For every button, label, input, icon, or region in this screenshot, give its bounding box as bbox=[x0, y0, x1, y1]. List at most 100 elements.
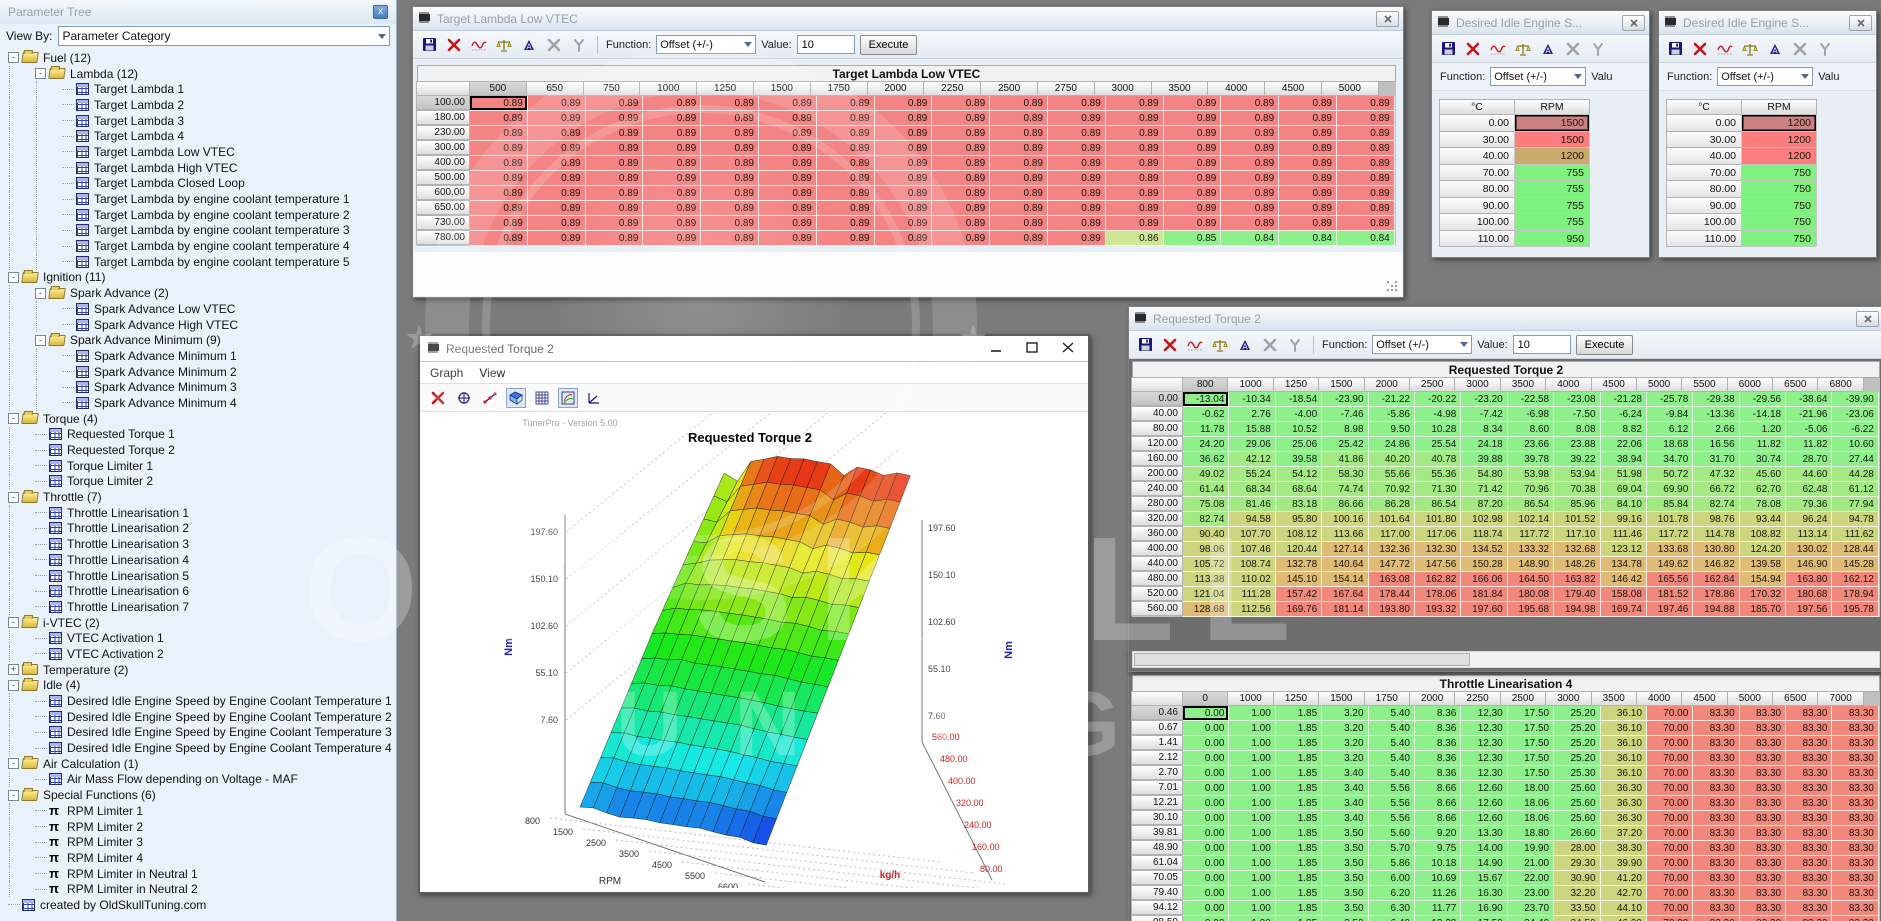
cell[interactable]: 53.94 bbox=[1554, 467, 1600, 482]
cell[interactable]: 0.89 bbox=[470, 201, 528, 216]
cell[interactable]: 0.89 bbox=[701, 126, 759, 141]
cell[interactable]: 8.36 bbox=[1415, 766, 1461, 781]
save-icon[interactable] bbox=[1135, 335, 1155, 355]
cell[interactable]: 8.66 bbox=[1415, 811, 1461, 826]
cell[interactable]: 0.89 bbox=[1337, 111, 1395, 126]
cell[interactable]: 84.10 bbox=[1601, 497, 1647, 512]
cell[interactable]: 154.14 bbox=[1322, 572, 1368, 587]
cell[interactable]: 0.89 bbox=[586, 111, 644, 126]
cell[interactable]: 0.89 bbox=[1048, 201, 1106, 216]
cell[interactable]: 3.20 bbox=[1322, 721, 1368, 736]
cell[interactable]: 39.58 bbox=[1276, 452, 1322, 467]
row-header[interactable]: 90.00 bbox=[1666, 197, 1742, 215]
cell[interactable]: 93.44 bbox=[1740, 512, 1786, 527]
cell[interactable]: 44.28 bbox=[1832, 467, 1878, 482]
cell[interactable]: 98.06 bbox=[1183, 542, 1229, 557]
cell[interactable]: 113.14 bbox=[1786, 527, 1832, 542]
tree-item[interactable]: πRPM Limiter 3 bbox=[2, 834, 394, 850]
cell[interactable]: -5.86 bbox=[1369, 407, 1415, 422]
close-button[interactable] bbox=[1856, 311, 1879, 327]
cell[interactable]: 162.12 bbox=[1832, 572, 1878, 587]
cell[interactable]: 83.30 bbox=[1832, 871, 1878, 886]
pan-icon[interactable] bbox=[454, 388, 474, 408]
cell[interactable]: 0.89 bbox=[990, 156, 1048, 171]
cell[interactable]: 12.30 bbox=[1461, 736, 1507, 751]
cell[interactable]: 179.40 bbox=[1554, 587, 1600, 602]
cell[interactable]: 83.30 bbox=[1740, 886, 1786, 901]
tree-item[interactable]: Throttle Linearisation 1 bbox=[2, 505, 394, 521]
collapse-icon[interactable]: - bbox=[8, 680, 19, 691]
cell[interactable]: 83.30 bbox=[1786, 706, 1832, 721]
column-header[interactable]: 2250 bbox=[923, 81, 981, 96]
wireframe-icon[interactable] bbox=[532, 388, 552, 408]
cell[interactable]: 162.84 bbox=[1693, 572, 1739, 587]
clear-icon[interactable] bbox=[1160, 335, 1180, 355]
cell[interactable]: 3.50 bbox=[1322, 916, 1368, 921]
function-select[interactable]: Offset (+/-) bbox=[1717, 67, 1813, 86]
save-icon[interactable] bbox=[1665, 39, 1685, 59]
cell[interactable]: 70.38 bbox=[1554, 482, 1600, 497]
cell[interactable]: 83.30 bbox=[1786, 871, 1832, 886]
cell[interactable]: 0.89 bbox=[875, 111, 933, 126]
cell[interactable]: 83.30 bbox=[1693, 736, 1739, 751]
idle1-titlebar[interactable]: Desired Idle Engine S... bbox=[1432, 11, 1649, 35]
row-header[interactable]: 440.00 bbox=[1131, 556, 1183, 571]
cell[interactable]: 130.80 bbox=[1693, 542, 1739, 557]
cell[interactable]: 83.30 bbox=[1693, 886, 1739, 901]
cell[interactable]: 0.89 bbox=[528, 216, 586, 231]
cell[interactable]: 0.00 bbox=[1183, 811, 1229, 826]
cell[interactable]: 0.89 bbox=[528, 156, 586, 171]
cell[interactable]: 149.62 bbox=[1647, 557, 1693, 572]
maximize-button[interactable] bbox=[1026, 340, 1038, 358]
cell[interactable]: -6.24 bbox=[1601, 407, 1647, 422]
cell[interactable]: 755 bbox=[1514, 164, 1590, 182]
cell[interactable]: 169.74 bbox=[1601, 602, 1647, 617]
cell[interactable]: 86.28 bbox=[1369, 497, 1415, 512]
cell[interactable]: 0.00 bbox=[1183, 796, 1229, 811]
cell[interactable]: 0.84 bbox=[1337, 231, 1395, 246]
cell[interactable]: 3.50 bbox=[1322, 886, 1368, 901]
cell[interactable]: 69.04 bbox=[1601, 482, 1647, 497]
cell[interactable]: 0.89 bbox=[759, 186, 817, 201]
row-header[interactable]: 80.00 bbox=[1666, 180, 1742, 198]
column-header[interactable]: 2500 bbox=[1409, 377, 1455, 392]
column-header[interactable]: 3000 bbox=[1454, 377, 1500, 392]
row-header[interactable]: 2.70 bbox=[1131, 765, 1183, 780]
cell[interactable]: 6.30 bbox=[1369, 901, 1415, 916]
cell[interactable]: 0.89 bbox=[990, 201, 1048, 216]
cell[interactable]: 134.78 bbox=[1601, 557, 1647, 572]
cell[interactable]: 70.00 bbox=[1647, 736, 1693, 751]
cell[interactable]: 0.89 bbox=[759, 171, 817, 186]
cell[interactable]: 83.30 bbox=[1786, 811, 1832, 826]
row-header[interactable]: 79.40 bbox=[1131, 885, 1183, 900]
cell[interactable]: 70.00 bbox=[1647, 826, 1693, 841]
tree-item[interactable]: Throttle Linearisation 5 bbox=[2, 568, 394, 584]
cell[interactable]: 197.46 bbox=[1647, 602, 1693, 617]
row-header[interactable]: 100.00 bbox=[416, 95, 470, 110]
cell[interactable]: 0.89 bbox=[643, 231, 701, 246]
cell[interactable]: 8.60 bbox=[1508, 422, 1554, 437]
map-icon[interactable]: A bbox=[1235, 335, 1255, 355]
cell[interactable]: 62.48 bbox=[1786, 482, 1832, 497]
cell[interactable]: 169.76 bbox=[1276, 602, 1322, 617]
value-input[interactable] bbox=[1513, 335, 1571, 354]
cell[interactable]: 0.89 bbox=[586, 216, 644, 231]
cell[interactable]: 83.30 bbox=[1740, 781, 1786, 796]
cell[interactable]: 66.72 bbox=[1693, 482, 1739, 497]
tree-item[interactable]: πRPM Limiter in Neutral 1 bbox=[2, 866, 394, 882]
tree-item[interactable]: πRPM Limiter 1 bbox=[2, 803, 394, 819]
cell[interactable]: 39.78 bbox=[1508, 452, 1554, 467]
cell[interactable]: 0.89 bbox=[759, 141, 817, 156]
axes-icon[interactable] bbox=[584, 388, 604, 408]
cell[interactable]: 83.30 bbox=[1832, 811, 1878, 826]
cell[interactable]: 30.74 bbox=[1740, 452, 1786, 467]
cell[interactable]: 163.08 bbox=[1369, 572, 1415, 587]
cell[interactable]: 10.69 bbox=[1415, 871, 1461, 886]
cell[interactable]: 0.89 bbox=[528, 186, 586, 201]
cell[interactable]: 25.54 bbox=[1415, 437, 1461, 452]
cell[interactable]: 41.86 bbox=[1322, 452, 1368, 467]
cell[interactable]: 163.82 bbox=[1554, 572, 1600, 587]
column-header[interactable]: 3500 bbox=[1500, 377, 1546, 392]
cell[interactable]: 70.00 bbox=[1647, 706, 1693, 721]
cell[interactable]: 83.30 bbox=[1740, 916, 1786, 921]
